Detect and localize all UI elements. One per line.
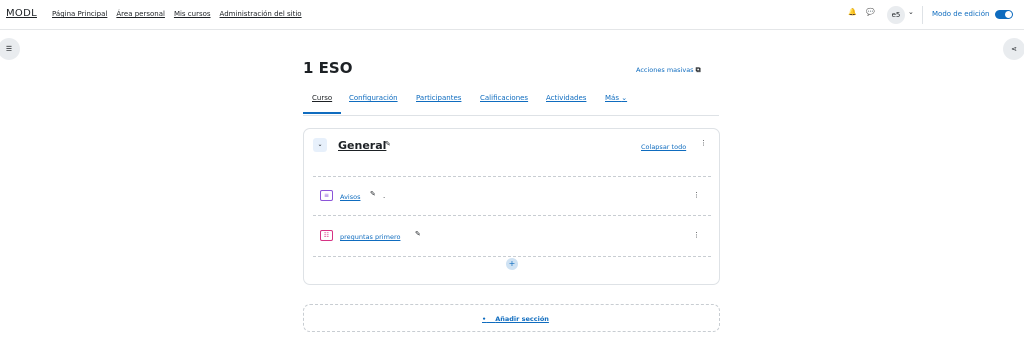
nav-link-site-admin[interactable]: Administración del sitio [220,10,302,18]
edit-mode-toggle[interactable] [995,10,1013,19]
add-section-bullet: • [482,315,487,323]
activity-trailing-mark: . [383,192,386,200]
tab-more-label: Más [605,94,619,102]
activity-name-preguntas-primero[interactable]: preguntas primero [340,233,400,241]
add-section-button[interactable]: • Añadir sección [482,315,549,323]
chevron-down-icon: ⌄ [621,94,628,102]
bulk-edit-icon: ⧉ [695,66,701,74]
activity-name-avisos[interactable]: Avisos [340,193,360,201]
forum-icon: ≡ [320,190,333,201]
nav-link-my-courses[interactable]: Mis cursos [174,10,211,18]
activity-divider [313,215,711,216]
edit-activity-name-icon[interactable]: ✎ [415,231,421,238]
primary-navigation: Página Principal Área personal Mis curso… [52,10,302,18]
nav-link-home[interactable]: Página Principal [52,10,107,18]
collapse-all-link[interactable]: Colapsar todo [641,143,686,151]
tab-course[interactable]: Curso [312,94,332,102]
edit-activity-name-icon[interactable]: ✎ [370,191,376,198]
section-title[interactable]: General [338,139,386,152]
section-divider [313,176,711,177]
section-collapse-icon[interactable]: ⌄ [313,138,327,152]
section-menu-icon[interactable]: ⋮ [700,140,707,147]
navbar-divider [922,6,923,24]
user-menu-chevron-icon[interactable]: ⌄ [908,9,914,16]
bulk-actions-button[interactable]: Acciones masivas ⧉ [636,66,701,74]
tab-participants[interactable]: Participantes [416,94,461,102]
page-title: 1 ESO [303,59,353,77]
tab-activities[interactable]: Actividades [546,94,586,102]
course-index-drawer-button[interactable]: ☰ [0,38,20,60]
tab-settings[interactable]: Configuración [349,94,398,102]
add-section-label: Añadir sección [495,315,549,323]
site-logo[interactable]: MODL [6,8,37,19]
edit-mode-label: Modo de edición [932,10,990,18]
activity-menu-icon[interactable]: ⋮ [693,232,700,239]
user-avatar[interactable]: e5 [887,6,905,24]
block-drawer-button[interactable]: ⋖ [1003,38,1024,60]
activity-menu-icon[interactable]: ⋮ [693,192,700,199]
edit-section-title-icon[interactable]: ✎ [385,141,391,148]
messages-icon[interactable]: 💬 [866,9,875,16]
bulk-actions-label: Acciones masivas [636,66,694,74]
active-tab-indicator [303,112,341,114]
activity-divider [313,256,711,257]
notification-bell-icon[interactable]: 🔔 [848,9,857,16]
nav-link-dashboard[interactable]: Área personal [116,10,165,18]
add-content-button[interactable]: + [506,258,518,270]
top-navbar: MODL Página Principal Área personal Mis … [0,0,1024,30]
tab-more[interactable]: Más ⌄ [605,94,627,102]
tab-grades[interactable]: Calificaciones [480,94,528,102]
course-tabs: Curso Configuración Participantes Califi… [303,94,719,116]
quiz-icon: ☷ [320,230,333,241]
